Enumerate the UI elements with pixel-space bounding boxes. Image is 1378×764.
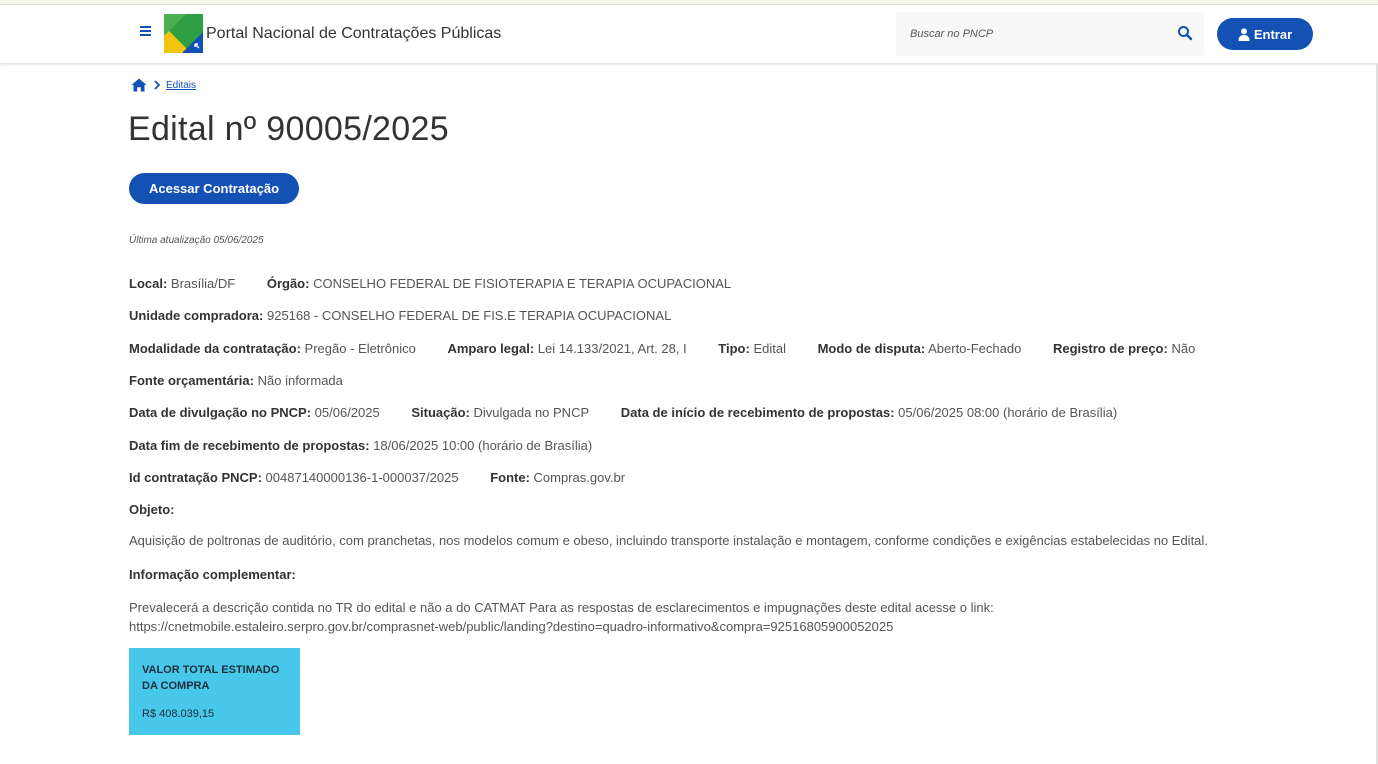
breadcrumb-editais[interactable]: Editais bbox=[166, 80, 196, 91]
hamburger-icon[interactable] bbox=[137, 24, 153, 40]
objeto-text: Aquisição de poltronas de auditório, com… bbox=[129, 533, 1208, 548]
user-icon bbox=[1238, 27, 1250, 41]
site-title[interactable]: Portal Nacional de Contratações Públicas bbox=[206, 25, 501, 43]
valor-total-amount: R$ 408.039,15 bbox=[142, 708, 215, 720]
field-data-inicio: Data de início de recebimento de propost… bbox=[620, 405, 1118, 420]
field-data-fim: Data fim de recebimento de propostas: 18… bbox=[129, 438, 593, 453]
login-label: Entrar bbox=[1253, 26, 1293, 42]
detail-row-id: Id contratação PNCP: 00487140000136-1-00… bbox=[129, 470, 653, 485]
search-input[interactable] bbox=[896, 12, 1166, 56]
field-registro-preco: Registro de preço: Não bbox=[1052, 341, 1196, 356]
detail-row-local: Local: Brasília/DF Órgão: CONSELHO FEDER… bbox=[129, 276, 759, 291]
field-unidade: Unidade compradora: 925168 - CONSELHO FE… bbox=[129, 308, 672, 323]
last-updated: Última atualização 05/06/2025 bbox=[129, 235, 264, 246]
breadcrumb: Editais bbox=[131, 77, 196, 93]
page-title: Edital nº 90005/2025 bbox=[128, 110, 449, 148]
field-tipo: Tipo: Edital bbox=[718, 341, 786, 356]
field-orgao: Órgão: CONSELHO FEDERAL DE FISIOTERAPIA … bbox=[266, 276, 732, 291]
field-modalidade: Modalidade da contratação: Pregão - Elet… bbox=[129, 341, 416, 356]
detail-row-unidade: Unidade compradora: 925168 - CONSELHO FE… bbox=[129, 308, 699, 323]
detail-row-fonte-orcamentaria: Fonte orçamentária: Não informada bbox=[129, 373, 371, 388]
login-button[interactable]: Entrar bbox=[1217, 18, 1313, 50]
detail-row-modalidade: Modalidade da contratação: Pregão - Elet… bbox=[129, 341, 1223, 356]
informacao-line-1: Prevalecerá a descrição contida no TR do… bbox=[129, 600, 994, 615]
field-local: Local: Brasília/DF bbox=[129, 276, 236, 291]
objeto-heading: Objeto: bbox=[129, 502, 175, 517]
valor-total-card: VALOR TOTAL ESTIMADO DA COMPRA R$ 408.03… bbox=[129, 648, 300, 735]
field-fonte-orcamentaria: Fonte orçamentária: Não informada bbox=[129, 373, 343, 388]
field-fonte: Fonte: Compras.gov.br bbox=[490, 470, 626, 485]
field-modo-disputa: Modo de disputa: Aberto-Fechado bbox=[817, 341, 1022, 356]
field-data-divulgacao: Data de divulgação no PNCP: 05/06/2025 bbox=[129, 405, 380, 420]
field-id-contratacao: Id contratação PNCP: 00487140000136-1-00… bbox=[129, 470, 459, 485]
chevron-right-icon bbox=[154, 80, 161, 90]
valor-total-label: VALOR TOTAL ESTIMADO DA COMPRA bbox=[142, 664, 280, 692]
informacao-text: Prevalecerá a descrição contida no TR do… bbox=[129, 598, 994, 636]
field-situacao: Situação: Divulgada no PNCP bbox=[411, 405, 590, 420]
pncp-logo[interactable] bbox=[164, 14, 203, 53]
informacao-heading: Informação complementar: bbox=[129, 567, 296, 582]
access-contract-button[interactable]: Acessar Contratação bbox=[129, 173, 299, 204]
site-header: Portal Nacional de Contratações Públicas… bbox=[0, 5, 1378, 63]
detail-row-data-fim: Data fim de recebimento de propostas: 18… bbox=[129, 438, 620, 453]
search-box bbox=[896, 12, 1204, 56]
home-icon[interactable] bbox=[131, 78, 147, 92]
informacao-link: https://cnetmobile.estaleiro.serpro.gov.… bbox=[129, 619, 894, 634]
field-amparo: Amparo legal: Lei 14.133/2021, Art. 28, … bbox=[447, 341, 687, 356]
search-icon[interactable] bbox=[1177, 25, 1193, 41]
detail-row-datas: Data de divulgação no PNCP: 05/06/2025 S… bbox=[129, 405, 1145, 420]
